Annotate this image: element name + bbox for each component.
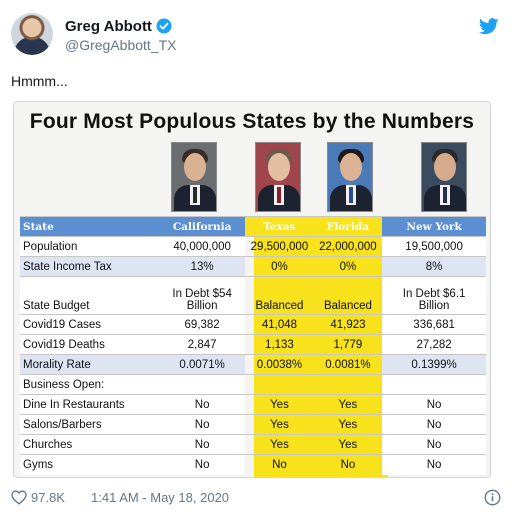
table-header-row: State California Texas Florida New York <box>20 216 486 237</box>
row-label: Covid19 Deaths <box>20 334 160 355</box>
cell: 27,282 <box>382 334 486 355</box>
cell: No <box>382 454 486 475</box>
new-york-governor-photo <box>421 142 467 212</box>
table-row: Churches No Yes Yes No <box>20 434 486 455</box>
row-label: State Income Tax <box>20 256 160 277</box>
cell: 13% <box>159 256 246 277</box>
header-state: State <box>20 216 160 237</box>
cell: 29,500,000 <box>245 236 314 257</box>
row-label: Morality Rate <box>20 354 160 375</box>
cell <box>382 374 486 395</box>
cell: 1,779 <box>313 334 383 355</box>
cell: No <box>313 454 383 475</box>
stats-table: State California Texas Florida New York … <box>20 216 486 475</box>
cell: No <box>382 434 486 455</box>
cell: 0% <box>245 256 314 277</box>
tweet-timestamp[interactable]: 1:41 AM - May 18, 2020 <box>91 490 229 505</box>
header-florida: Florida <box>313 216 383 237</box>
cell <box>159 374 246 395</box>
cell: 8% <box>382 256 486 277</box>
cell: Yes <box>245 414 314 435</box>
tweet-card: Greg Abbott @GregAbbott_TX Hmmm... Four … <box>0 0 514 522</box>
cell: Balanced <box>245 276 314 315</box>
image-title: Four Most Populous States by the Numbers <box>29 110 475 133</box>
tweet-image[interactable]: Four Most Populous States by the Numbers… <box>13 101 491 478</box>
row-label: Dine In Restaurants <box>20 394 160 415</box>
table-row: Gyms No No No No <box>20 454 486 475</box>
row-label: Covid19 Cases <box>20 314 160 335</box>
user-handle[interactable]: @GregAbbott_TX <box>65 37 177 53</box>
row-label: Gyms <box>20 454 160 475</box>
row-label: State Budget <box>20 276 160 315</box>
display-name[interactable]: Greg Abbott <box>65 18 152 35</box>
cell: 0.0081% <box>313 354 383 375</box>
avatar[interactable] <box>11 13 53 55</box>
budget-line-1: In Debt $6.1 <box>402 288 466 300</box>
cell: 0.0038% <box>245 354 314 375</box>
cell: 336,681 <box>382 314 486 335</box>
cell: 41,923 <box>313 314 383 335</box>
cell: 2,847 <box>159 334 246 355</box>
cell: Yes <box>313 394 383 415</box>
table-row: Population 40,000,000 29,500,000 22,000,… <box>20 236 486 257</box>
cell: No <box>382 394 486 415</box>
like-count[interactable]: 97.8K <box>31 490 65 505</box>
cell: No <box>382 414 486 435</box>
cell: 69,382 <box>159 314 246 335</box>
table-row: State Budget In Debt $54 Billion Balance… <box>20 276 486 315</box>
cell: 22,000,000 <box>313 236 383 257</box>
name-row: Greg Abbott <box>65 16 172 36</box>
cell: No <box>159 434 246 455</box>
cell: Yes <box>245 434 314 455</box>
cell: In Debt $54 Billion <box>159 276 246 315</box>
cell: Yes <box>313 414 383 435</box>
cell: 41,048 <box>245 314 314 335</box>
table-row: Salons/Barbers No Yes Yes No <box>20 414 486 435</box>
florida-governor-photo <box>327 142 373 212</box>
california-governor-photo <box>171 142 217 212</box>
texas-governor-photo <box>255 142 301 212</box>
tweet-footer: 97.8K 1:41 AM - May 18, 2020 <box>11 487 503 509</box>
table-row: Morality Rate 0.0071% 0.0038% 0.0081% 0.… <box>20 354 486 375</box>
cell: No <box>159 394 246 415</box>
cell <box>313 374 383 395</box>
heart-icon[interactable] <box>11 490 27 505</box>
cell: No <box>245 454 314 475</box>
cell: Balanced <box>313 276 383 315</box>
cell: No <box>159 454 246 475</box>
cell: 0% <box>313 256 383 277</box>
budget-line-2: Billion <box>418 300 450 312</box>
table-row: Covid19 Deaths 2,847 1,133 1,779 27,282 <box>20 334 486 355</box>
twitter-bird-icon[interactable] <box>479 18 499 35</box>
row-label: Business Open: <box>20 374 160 395</box>
tweet-text: Hmmm... <box>11 73 68 89</box>
row-label: Churches <box>20 434 160 455</box>
cell: Yes <box>313 434 383 455</box>
table-row: Business Open: <box>20 374 486 395</box>
header-new-york: New York <box>382 216 486 237</box>
cell: 1,133 <box>245 334 314 355</box>
cell: No <box>159 414 246 435</box>
cell: 0.1399% <box>382 354 486 375</box>
row-label: Salons/Barbers <box>20 414 160 435</box>
cell <box>245 374 314 395</box>
verified-badge-icon <box>156 18 172 34</box>
info-icon[interactable] <box>484 489 501 506</box>
cell: In Debt $6.1 Billion <box>382 276 486 315</box>
budget-line-1: In Debt $54 <box>172 288 232 300</box>
cell: 19,500,000 <box>382 236 486 257</box>
header-california: California <box>159 216 246 237</box>
table-row: Dine In Restaurants No Yes Yes No <box>20 394 486 415</box>
row-label: Population <box>20 236 160 257</box>
table-row: Covid19 Cases 69,382 41,048 41,923 336,6… <box>20 314 486 335</box>
cell: Yes <box>245 394 314 415</box>
cell: 0.0071% <box>159 354 246 375</box>
tweet-header: Greg Abbott @GregAbbott_TX <box>11 13 503 59</box>
table-row: State Income Tax 13% 0% 0% 8% <box>20 256 486 277</box>
cell: 40,000,000 <box>159 236 246 257</box>
header-texas: Texas <box>245 216 314 237</box>
budget-line-2: Billion <box>186 300 218 312</box>
